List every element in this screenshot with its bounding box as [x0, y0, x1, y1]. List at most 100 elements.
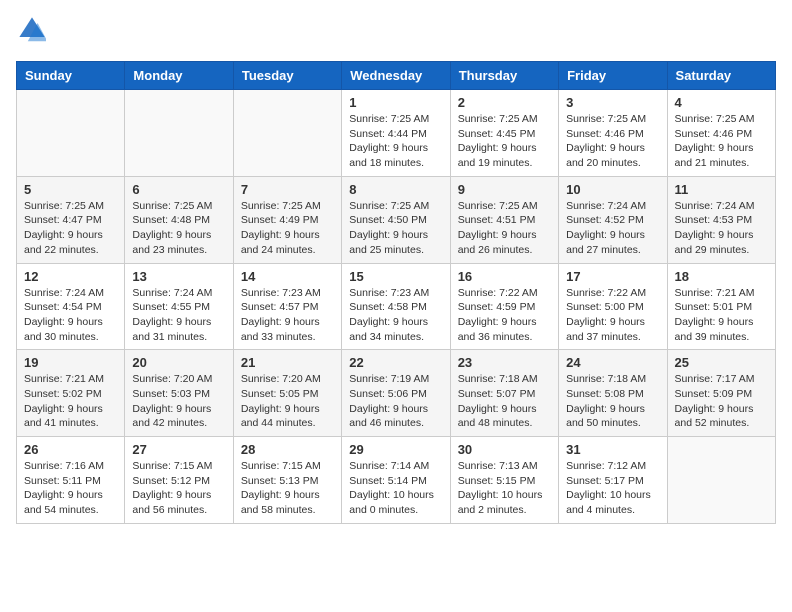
day-number: 26 — [24, 442, 117, 457]
day-number: 23 — [458, 355, 551, 370]
calendar-cell: 30 Sunrise: 7:13 AMSunset: 5:15 PMDayligh… — [450, 437, 558, 524]
cell-info: Sunrise: 7:24 AMSunset: 4:52 PMDaylight:… — [566, 199, 659, 258]
calendar-cell: 2 Sunrise: 7:25 AMSunset: 4:45 PMDaylight… — [450, 90, 558, 177]
calendar-cell: 7 Sunrise: 7:25 AMSunset: 4:49 PMDaylight… — [233, 176, 341, 263]
col-header-saturday: Saturday — [667, 62, 775, 90]
cell-info: Sunrise: 7:19 AMSunset: 5:06 PMDaylight:… — [349, 372, 442, 431]
day-number: 4 — [675, 95, 768, 110]
day-number: 1 — [349, 95, 442, 110]
day-number: 3 — [566, 95, 659, 110]
calendar-cell: 18 Sunrise: 7:21 AMSunset: 5:01 PMDayligh… — [667, 263, 775, 350]
col-header-friday: Friday — [559, 62, 667, 90]
cell-info: Sunrise: 7:15 AMSunset: 5:12 PMDaylight:… — [132, 459, 225, 518]
day-number: 5 — [24, 182, 117, 197]
calendar-cell: 15 Sunrise: 7:23 AMSunset: 4:58 PMDayligh… — [342, 263, 450, 350]
day-number: 12 — [24, 269, 117, 284]
cell-info: Sunrise: 7:23 AMSunset: 4:58 PMDaylight:… — [349, 286, 442, 345]
day-number: 13 — [132, 269, 225, 284]
calendar-cell: 29 Sunrise: 7:14 AMSunset: 5:14 PMDayligh… — [342, 437, 450, 524]
cell-info: Sunrise: 7:25 AMSunset: 4:44 PMDaylight:… — [349, 112, 442, 171]
calendar-cell: 22 Sunrise: 7:19 AMSunset: 5:06 PMDayligh… — [342, 350, 450, 437]
cell-info: Sunrise: 7:15 AMSunset: 5:13 PMDaylight:… — [241, 459, 334, 518]
day-number: 15 — [349, 269, 442, 284]
day-number: 9 — [458, 182, 551, 197]
cell-info: Sunrise: 7:25 AMSunset: 4:47 PMDaylight:… — [24, 199, 117, 258]
cell-info: Sunrise: 7:25 AMSunset: 4:51 PMDaylight:… — [458, 199, 551, 258]
cell-info: Sunrise: 7:25 AMSunset: 4:48 PMDaylight:… — [132, 199, 225, 258]
cell-info: Sunrise: 7:21 AMSunset: 5:01 PMDaylight:… — [675, 286, 768, 345]
col-header-monday: Monday — [125, 62, 233, 90]
cell-info: Sunrise: 7:20 AMSunset: 5:05 PMDaylight:… — [241, 372, 334, 431]
day-number: 18 — [675, 269, 768, 284]
cell-info: Sunrise: 7:20 AMSunset: 5:03 PMDaylight:… — [132, 372, 225, 431]
cell-info: Sunrise: 7:18 AMSunset: 5:07 PMDaylight:… — [458, 372, 551, 431]
day-number: 8 — [349, 182, 442, 197]
calendar-cell — [233, 90, 341, 177]
calendar-header-row: SundayMondayTuesdayWednesdayThursdayFrid… — [17, 62, 776, 90]
calendar-cell: 11 Sunrise: 7:24 AMSunset: 4:53 PMDayligh… — [667, 176, 775, 263]
cell-info: Sunrise: 7:14 AMSunset: 5:14 PMDaylight:… — [349, 459, 442, 518]
calendar-cell — [667, 437, 775, 524]
calendar-cell: 23 Sunrise: 7:18 AMSunset: 5:07 PMDayligh… — [450, 350, 558, 437]
col-header-thursday: Thursday — [450, 62, 558, 90]
cell-info: Sunrise: 7:17 AMSunset: 5:09 PMDaylight:… — [675, 372, 768, 431]
cell-info: Sunrise: 7:25 AMSunset: 4:45 PMDaylight:… — [458, 112, 551, 171]
calendar-cell: 24 Sunrise: 7:18 AMSunset: 5:08 PMDayligh… — [559, 350, 667, 437]
calendar-cell: 21 Sunrise: 7:20 AMSunset: 5:05 PMDayligh… — [233, 350, 341, 437]
day-number: 31 — [566, 442, 659, 457]
day-number: 24 — [566, 355, 659, 370]
calendar-week-row: 26 Sunrise: 7:16 AMSunset: 5:11 PMDayligh… — [17, 437, 776, 524]
cell-info: Sunrise: 7:22 AMSunset: 5:00 PMDaylight:… — [566, 286, 659, 345]
cell-info: Sunrise: 7:23 AMSunset: 4:57 PMDaylight:… — [241, 286, 334, 345]
day-number: 28 — [241, 442, 334, 457]
cell-info: Sunrise: 7:12 AMSunset: 5:17 PMDaylight:… — [566, 459, 659, 518]
calendar-cell: 20Sunrise: 7:20 AMSunset: 5:03 PMDayligh… — [125, 350, 233, 437]
day-number: 29 — [349, 442, 442, 457]
col-header-sunday: Sunday — [17, 62, 125, 90]
calendar-cell: 3 Sunrise: 7:25 AMSunset: 4:46 PMDaylight… — [559, 90, 667, 177]
calendar-cell: 25 Sunrise: 7:17 AMSunset: 5:09 PMDayligh… — [667, 350, 775, 437]
day-number: 14 — [241, 269, 334, 284]
calendar-cell: 17 Sunrise: 7:22 AMSunset: 5:00 PMDayligh… — [559, 263, 667, 350]
day-number: 17 — [566, 269, 659, 284]
calendar-cell: 19 Sunrise: 7:21 AMSunset: 5:02 PMDayligh… — [17, 350, 125, 437]
calendar-cell: 27Sunrise: 7:15 AMSunset: 5:12 PMDayligh… — [125, 437, 233, 524]
calendar-cell — [17, 90, 125, 177]
calendar-cell: 13 Sunrise: 7:24 AMSunset: 4:55 PMDayligh… — [125, 263, 233, 350]
cell-info: Sunrise: 7:24 AMSunset: 4:54 PMDaylight:… — [24, 286, 117, 345]
calendar-week-row: 12 Sunrise: 7:24 AMSunset: 4:54 PMDayligh… — [17, 263, 776, 350]
day-number: 2 — [458, 95, 551, 110]
day-number: 10 — [566, 182, 659, 197]
day-number: 30 — [458, 442, 551, 457]
calendar-cell: 12 Sunrise: 7:24 AMSunset: 4:54 PMDayligh… — [17, 263, 125, 350]
day-number: 7 — [241, 182, 334, 197]
calendar-week-row: 1 Sunrise: 7:25 AMSunset: 4:44 PMDaylight… — [17, 90, 776, 177]
calendar-cell: 16Sunrise: 7:22 AMSunset: 4:59 PMDayligh… — [450, 263, 558, 350]
calendar-cell: 31 Sunrise: 7:12 AMSunset: 5:17 PMDayligh… — [559, 437, 667, 524]
calendar-cell: 28 Sunrise: 7:15 AMSunset: 5:13 PMDayligh… — [233, 437, 341, 524]
cell-info: Sunrise: 7:24 AMSunset: 4:53 PMDaylight:… — [675, 199, 768, 258]
day-number: 21 — [241, 355, 334, 370]
cell-info: Sunrise: 7:21 AMSunset: 5:02 PMDaylight:… — [24, 372, 117, 431]
cell-info: Sunrise: 7:25 AMSunset: 4:49 PMDaylight:… — [241, 199, 334, 258]
day-number: 22 — [349, 355, 442, 370]
calendar-cell: 14 Sunrise: 7:23 AMSunset: 4:57 PMDayligh… — [233, 263, 341, 350]
day-number: 19 — [24, 355, 117, 370]
cell-info: Sunrise: 7:24 AMSunset: 4:55 PMDaylight:… — [132, 286, 225, 345]
col-header-wednesday: Wednesday — [342, 62, 450, 90]
day-number: 16 — [458, 269, 551, 284]
day-number: 11 — [675, 182, 768, 197]
cell-info: Sunrise: 7:18 AMSunset: 5:08 PMDaylight:… — [566, 372, 659, 431]
cell-info: Sunrise: 7:25 AMSunset: 4:46 PMDaylight:… — [566, 112, 659, 171]
cell-info: Sunrise: 7:25 AMSunset: 4:46 PMDaylight:… — [675, 112, 768, 171]
calendar-week-row: 5 Sunrise: 7:25 AMSunset: 4:47 PMDaylight… — [17, 176, 776, 263]
cell-info: Sunrise: 7:13 AMSunset: 5:15 PMDaylight:… — [458, 459, 551, 518]
day-number: 25 — [675, 355, 768, 370]
cell-info: Sunrise: 7:16 AMSunset: 5:11 PMDaylight:… — [24, 459, 117, 518]
calendar-cell — [125, 90, 233, 177]
logo-icon — [18, 16, 46, 44]
day-number: 6 — [132, 182, 225, 197]
page-header — [16, 16, 776, 49]
col-header-tuesday: Tuesday — [233, 62, 341, 90]
calendar-cell: 10 Sunrise: 7:24 AMSunset: 4:52 PMDayligh… — [559, 176, 667, 263]
